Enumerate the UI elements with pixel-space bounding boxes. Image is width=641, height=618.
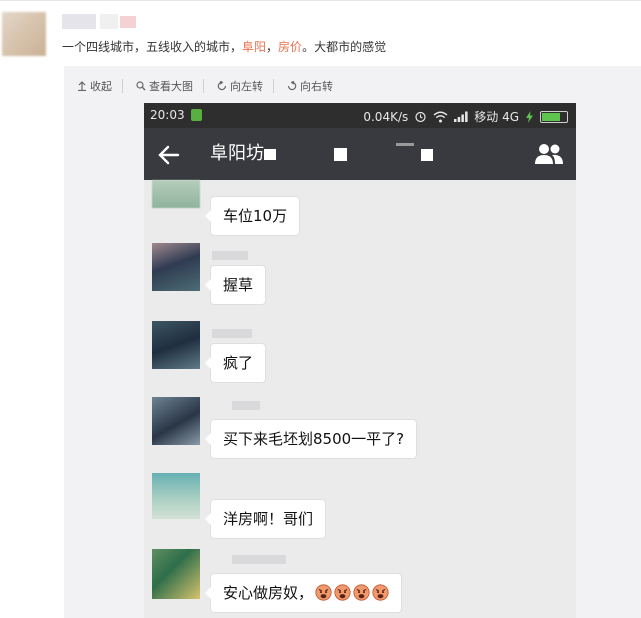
avatar-blurred[interactable] (152, 549, 200, 599)
rotate-left-button[interactable]: 向左转 (203, 79, 273, 93)
status-right-group: 0.04K/s 移动 4G (363, 108, 568, 125)
poster-name-blurred[interactable] (62, 14, 96, 29)
magnifier-icon (136, 81, 146, 91)
message-bubble: 洋房啊！哥们 (204, 499, 327, 539)
collapse-label: 收起 (90, 80, 112, 93)
status-time: 20:03 (150, 108, 185, 122)
angry-face-emoji-icon (372, 584, 389, 601)
post-text-separator: ， (266, 40, 279, 54)
nickname-blurred (212, 329, 252, 338)
post-text: 一个四线城市，五线收入的城市，阜阳，房价。大都市的感觉 (62, 38, 386, 56)
avatar-blurred[interactable] (152, 473, 200, 519)
avatar-blurred[interactable] (152, 321, 200, 369)
avatar-blurred[interactable] (152, 243, 200, 291)
topic-link-housing-price[interactable]: 房价 (278, 40, 302, 54)
avatar-blurred[interactable] (152, 397, 200, 445)
phone-status-bar: 20:03 0.04K/s 移动 4G (144, 103, 576, 128)
topic-link-fuyang[interactable]: 阜阳 (242, 40, 266, 54)
angry-face-emoji-icon (353, 584, 370, 601)
group-members-icon[interactable] (534, 142, 564, 166)
message-text: 安心做房奴， (223, 584, 314, 602)
top-divider (0, 0, 641, 1)
title-redaction-1 (264, 149, 276, 160)
title-redaction-3 (396, 143, 414, 146)
nickname-blurred (232, 555, 286, 564)
message-text: 买下来毛坯划8500一平了? (223, 430, 405, 448)
poster-badge-blurred (120, 16, 136, 28)
avatar-blurred[interactable] (152, 180, 200, 208)
carrier-label: 移动 4G (474, 110, 519, 124)
back-arrow-icon[interactable] (156, 142, 182, 168)
nickname-blurred (212, 251, 248, 260)
rotate-right-button[interactable]: 向右转 (273, 79, 343, 93)
message-bubble: 车位10万 (204, 196, 301, 236)
nickname-blurred (232, 401, 260, 410)
view-large-label: 查看大图 (149, 80, 193, 93)
wifi-icon (433, 111, 448, 122)
post-text-after: 。大都市的感觉 (302, 40, 387, 54)
view-large-button[interactable]: 查看大图 (122, 79, 203, 93)
message-text: 握草 (223, 276, 254, 294)
chat-screenshot-image[interactable]: 20:03 0.04K/s 移动 4G 阜阳坊 车位10万 握草 疯了 买下来毛… (144, 103, 576, 618)
angry-face-emoji-icon (315, 584, 332, 601)
image-toolbar: 收起 查看大图 向左转 向右转 (64, 76, 343, 96)
network-speed: 0.04K/s (363, 109, 409, 124)
message-bubble: 安心做房奴， (204, 573, 403, 613)
signal-icon (454, 111, 468, 122)
media-card: 收起 查看大图 向左转 向右转 20:03 0.04K/s 移动 4G 阜阳坊 … (64, 66, 641, 618)
poster-avatar[interactable] (2, 12, 46, 56)
collapse-button[interactable]: 收起 (64, 79, 122, 93)
message-text: 车位10万 (223, 207, 288, 225)
rotate-left-icon (217, 81, 227, 91)
poster-name-blurred-2 (100, 14, 118, 29)
charging-icon (526, 110, 533, 123)
rotate-right-label: 向右转 (300, 80, 333, 93)
message-bubble: 买下来毛坯划8500一平了? (204, 419, 418, 459)
title-redaction-2 (334, 148, 347, 161)
battery-icon (540, 110, 568, 123)
post-text-before: 一个四线城市，五线收入的城市， (62, 40, 243, 54)
chat-title: 阜阳坊 (210, 143, 264, 164)
title-redaction-4 (421, 149, 433, 161)
alarm-icon (415, 111, 426, 123)
app-notification-icon (191, 109, 202, 121)
rotate-left-label: 向左转 (230, 80, 263, 93)
chat-nav-bar: 阜阳坊 (144, 128, 576, 180)
message-bubble: 疯了 (204, 343, 267, 383)
rotate-right-icon (287, 81, 297, 91)
message-bubble: 握草 (204, 265, 267, 305)
angry-face-emoji-icon (334, 584, 351, 601)
message-text: 疯了 (223, 354, 254, 372)
message-text: 洋房啊！哥们 (223, 510, 314, 528)
arrow-up-icon (78, 81, 86, 91)
